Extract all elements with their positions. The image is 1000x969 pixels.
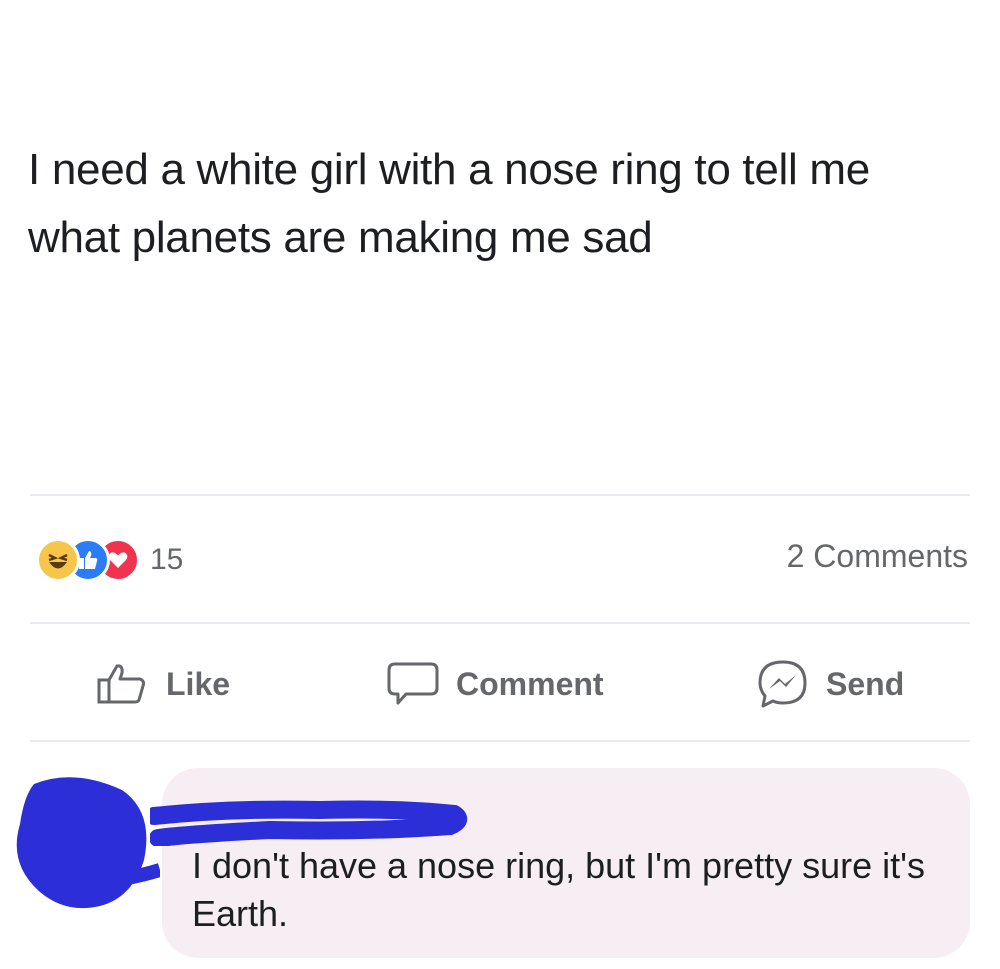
messenger-icon — [758, 660, 807, 708]
action-bar: Like Comment Send — [0, 652, 1000, 716]
send-label: Send — [826, 665, 905, 702]
avatar[interactable] — [14, 772, 160, 952]
redacted-name-scribble — [150, 800, 468, 846]
divider-middle — [30, 622, 970, 624]
divider-top — [30, 494, 970, 496]
send-button[interactable]: Send — [756, 652, 904, 716]
comment-item: I don't have a nose ring, but I'm pretty… — [0, 760, 1000, 969]
comment-text: I don't have a nose ring, but I'm pretty… — [192, 845, 925, 934]
reaction-count: 15 — [150, 543, 184, 576]
reactions-summary[interactable]: 15 — [36, 536, 183, 584]
divider-bottom — [30, 740, 970, 742]
comment-bubble-icon — [387, 662, 439, 705]
comment-button[interactable]: Comment — [386, 652, 604, 716]
like-button[interactable]: Like — [96, 652, 230, 716]
comments-count-link[interactable]: 2 Comments — [787, 538, 968, 575]
like-label: Like — [166, 665, 231, 702]
haha-icon — [36, 538, 80, 582]
post-text: I need a white girl with a nose ring to … — [28, 145, 870, 262]
comment-label: Comment — [456, 665, 604, 702]
thumbs-up-icon — [97, 664, 146, 704]
